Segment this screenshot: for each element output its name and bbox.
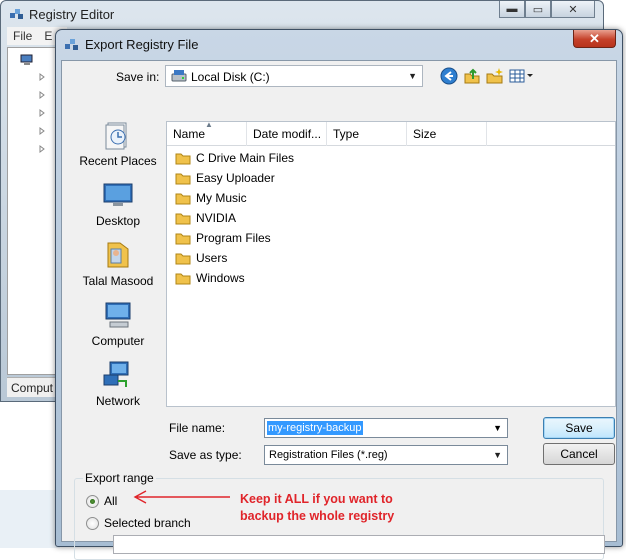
file-name: NVIDIA: [196, 211, 237, 225]
radio-selected-branch[interactable]: Selected branch: [86, 516, 191, 530]
save-as-type-value: Registration Files (*.reg): [269, 449, 388, 461]
close-button[interactable]: ✕: [551, 1, 595, 18]
places-bar: Recent Places Desktop Talal Masood Compu…: [72, 119, 164, 419]
menu-edit[interactable]: E: [44, 29, 52, 43]
chevron-down-icon[interactable]: ▼: [493, 423, 502, 433]
save-in-dropdown[interactable]: Local Disk (C:) ▼: [165, 65, 423, 87]
file-list-header: ▲ Name Date modif... Type Size: [167, 122, 615, 146]
annotation-line-1: Keep it ALL if you want to: [240, 492, 393, 506]
file-rows: C Drive Main Files Easy Uploader My Musi…: [175, 148, 294, 288]
up-folder-button[interactable]: [462, 66, 482, 86]
view-menu-icon: [509, 69, 533, 83]
registry-editor-icon: [65, 39, 78, 50]
place-label: Computer: [91, 334, 145, 348]
list-item[interactable]: Easy Uploader: [175, 168, 294, 188]
back-button[interactable]: [439, 66, 459, 86]
radio-selected-branch-label: Selected branch: [104, 516, 191, 530]
chevron-down-icon: ▼: [408, 71, 417, 81]
file-name-label: File name:: [169, 421, 226, 435]
place-label: Recent Places: [79, 154, 157, 168]
sort-ascending-icon: ▲: [205, 122, 213, 129]
hard-drive-icon: [171, 70, 187, 82]
column-name[interactable]: ▲ Name: [167, 122, 247, 146]
radio-all-label: All: [104, 494, 118, 508]
radio-all[interactable]: All: [86, 494, 117, 508]
radio-all-button[interactable]: [86, 494, 99, 508]
desktop-background: [0, 490, 60, 548]
export-registry-dialog: Export Registry File ✕ Save in: Local Di…: [55, 29, 623, 560]
folder-icon: [175, 273, 191, 284]
folder-icon: [175, 253, 191, 264]
file-name: Windows: [196, 271, 245, 285]
list-item[interactable]: Program Files: [175, 228, 294, 248]
registry-editor-controls: ▬ ▭ ✕: [499, 1, 595, 18]
file-name: Program Files: [196, 231, 271, 245]
annotation-arrow-icon: [133, 490, 230, 504]
folder-icon: [175, 153, 191, 164]
column-type[interactable]: Type: [327, 122, 407, 146]
file-list[interactable]: ▲ Name Date modif... Type Size C Drive M…: [166, 121, 616, 407]
save-as-type-label: Save as type:: [169, 448, 242, 462]
save-as-type-dropdown[interactable]: Registration Files (*.reg) ▼: [264, 445, 508, 465]
folder-icon: [175, 233, 191, 244]
list-item[interactable]: Users: [175, 248, 294, 268]
radio-selected-branch-button[interactable]: [86, 516, 99, 530]
column-date-modified[interactable]: Date modif...: [247, 122, 327, 146]
registry-editor-title: Registry Editor: [29, 7, 115, 22]
network-icon: [103, 361, 129, 387]
desktop-icon: [103, 183, 133, 206]
save-in-value: Local Disk (C:): [191, 70, 270, 84]
place-recent-places[interactable]: Recent Places: [72, 119, 164, 168]
column-size[interactable]: Size: [407, 122, 487, 146]
export-range-title: Export range: [83, 471, 156, 485]
new-folder-button[interactable]: [485, 66, 505, 86]
place-user-folder[interactable]: Talal Masood: [72, 239, 164, 288]
new-folder-icon: [486, 68, 503, 84]
file-name: Users: [196, 251, 228, 265]
place-label: Desktop: [95, 214, 141, 228]
computer-icon: [105, 302, 131, 328]
registry-status-bar: Comput: [7, 377, 61, 397]
recent-places-icon: [105, 122, 127, 150]
chevron-down-icon: ▼: [493, 450, 502, 460]
save-button[interactable]: Save: [543, 417, 615, 439]
list-item[interactable]: My Music: [175, 188, 294, 208]
place-computer[interactable]: Computer: [72, 299, 164, 348]
tree-expander-icons[interactable]: [38, 72, 48, 158]
file-name: Easy Uploader: [196, 171, 275, 185]
list-item[interactable]: NVIDIA: [175, 208, 294, 228]
folder-icon: [175, 213, 191, 224]
dialog-title: Export Registry File: [85, 37, 199, 52]
cancel-button[interactable]: Cancel: [543, 443, 615, 465]
minimize-button[interactable]: ▬: [499, 1, 525, 18]
user-folder-icon: [107, 242, 129, 268]
view-menu-button[interactable]: [508, 66, 536, 86]
selected-branch-field[interactable]: [113, 535, 605, 554]
place-desktop[interactable]: Desktop: [72, 179, 164, 228]
file-name-field[interactable]: my-registry-backup ▼: [264, 418, 508, 438]
maximize-button[interactable]: ▭: [525, 1, 551, 18]
folder-icon: [175, 173, 191, 184]
file-name: My Music: [196, 191, 247, 205]
place-network[interactable]: Network: [72, 359, 164, 408]
annotation-line-2: backup the whole registry: [240, 509, 395, 523]
back-icon: [440, 67, 458, 85]
place-label: Talal Masood: [82, 274, 154, 288]
list-item[interactable]: Windows: [175, 268, 294, 288]
folder-icon: [175, 193, 191, 204]
computer-node-icon[interactable]: [20, 54, 34, 66]
menu-file[interactable]: File: [13, 29, 32, 43]
file-name: C Drive Main Files: [196, 151, 295, 165]
dialog-body: Save in: Local Disk (C:) ▼ Recent Places…: [61, 60, 617, 560]
up-folder-icon: [464, 68, 480, 84]
file-name-value: my-registry-backup: [267, 421, 363, 435]
place-label: Network: [95, 394, 140, 408]
registry-editor-icon: [10, 9, 23, 19]
dialog-close-button[interactable]: ✕: [573, 30, 616, 48]
save-in-label: Save in:: [116, 70, 160, 84]
registry-tree[interactable]: [7, 47, 61, 375]
annotation-text: Keep it ALL if you want to backup the wh…: [240, 491, 394, 525]
list-item[interactable]: C Drive Main Files: [175, 148, 294, 168]
